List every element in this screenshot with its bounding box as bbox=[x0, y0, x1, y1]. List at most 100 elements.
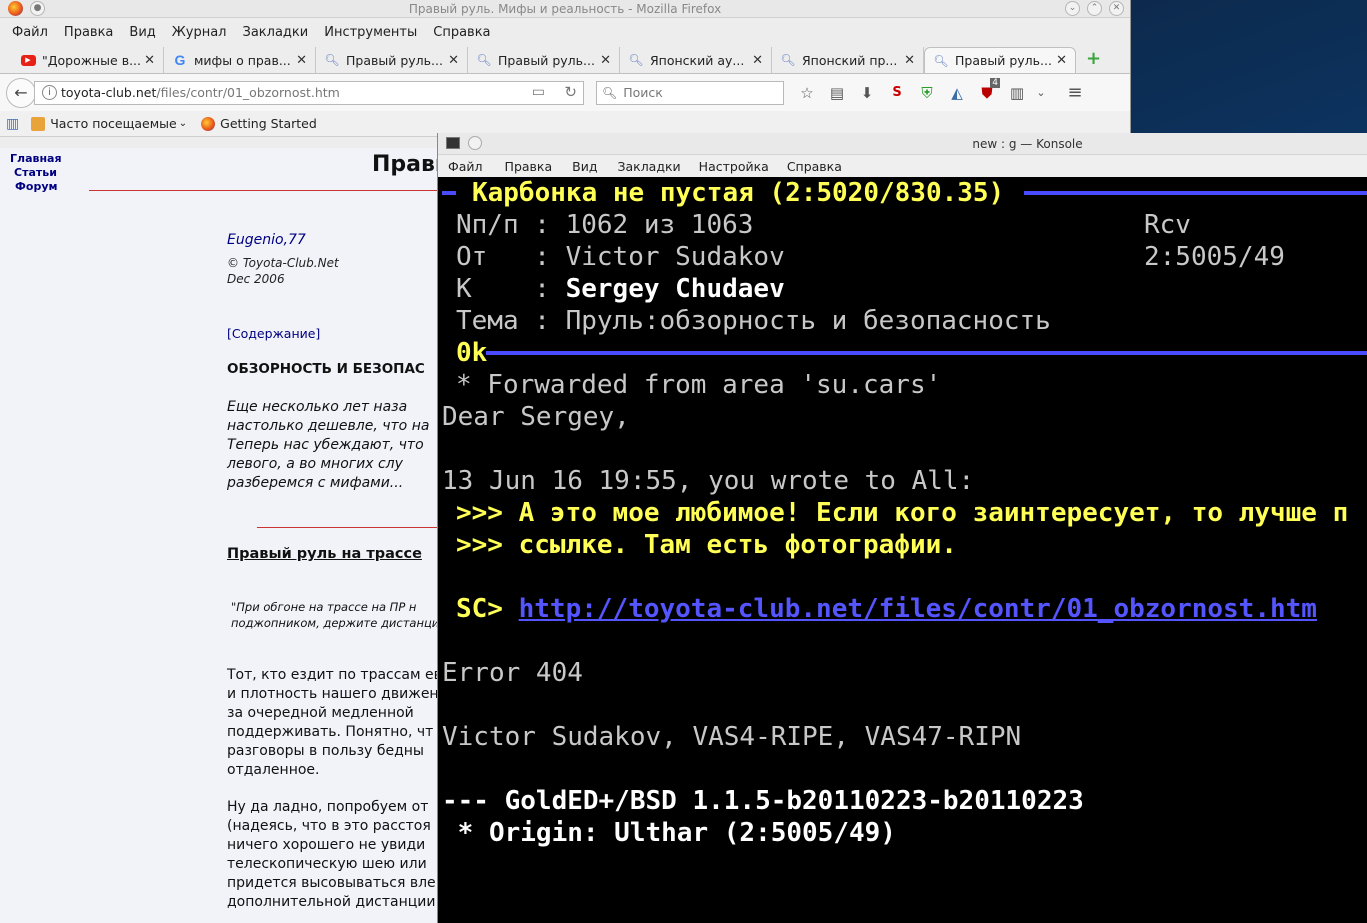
copyright: © Toyota-Club.Net bbox=[227, 256, 339, 270]
menu-edit[interactable]: Правка bbox=[64, 25, 113, 40]
intro-line: разберемся с мифами... bbox=[227, 475, 404, 491]
addon-a-icon[interactable]: ◭ bbox=[944, 84, 970, 102]
minimize-icon[interactable]: ⌄ bbox=[1065, 1, 1080, 16]
menu-help[interactable]: Справка bbox=[433, 25, 490, 40]
menu-help[interactable]: Справка bbox=[787, 159, 842, 174]
body-line: Тот, кто ездит по трассам ев bbox=[227, 667, 442, 683]
bookmark-most-visited[interactable]: Часто посещаемые ⌄ bbox=[31, 116, 187, 131]
tab-google[interactable]: G мифы о прав... ✕ bbox=[164, 47, 316, 73]
quote-text: А это мое любимое! Если кого заинтересуе… bbox=[518, 498, 1349, 528]
shield-icon[interactable]: ⛨ bbox=[914, 84, 940, 102]
firefox-menubar: Файл Правка Вид Журнал Закладки Инструме… bbox=[0, 18, 1130, 46]
article-heading: ОБЗОРНОСТЬ И БЕЗОПАС bbox=[227, 361, 425, 377]
tab-active[interactable]: 🔍︎ Правый руль... ✕ bbox=[924, 47, 1076, 73]
tab-page[interactable]: 🔍︎ Правый руль... ✕ bbox=[316, 47, 468, 73]
article-date: Dec 2006 bbox=[227, 272, 285, 286]
download-icon[interactable]: ⬇ bbox=[854, 84, 880, 102]
bookmark-star-icon[interactable]: ☆ bbox=[794, 84, 820, 102]
quote-intro: 13 Jun 16 19:55, you wrote to All: bbox=[442, 466, 975, 496]
nav-link-articles[interactable]: Статьи bbox=[14, 166, 57, 179]
tab-page[interactable]: 🔍︎ Японский ау... ✕ bbox=[620, 47, 772, 73]
toc-link[interactable]: [Содержание] bbox=[227, 326, 320, 341]
navigation-toolbar: ← i toyota-club.net/files/contr/01_obzor… bbox=[0, 73, 1130, 111]
maximize-icon[interactable]: ⌃ bbox=[1087, 1, 1102, 16]
menu-view[interactable]: Вид bbox=[572, 159, 597, 174]
page-sidebar: Главная Статьи Форум bbox=[0, 148, 78, 923]
quote-line: >>> А это мое любимое! Если кого заинтер… bbox=[456, 497, 1348, 529]
tab-label: Правый руль... bbox=[346, 52, 443, 68]
quote-line: поджопником, держите дистанци bbox=[231, 616, 440, 630]
menu-file[interactable]: Файл bbox=[12, 25, 48, 40]
tab-close-icon[interactable]: ✕ bbox=[752, 53, 763, 68]
tab-youtube[interactable]: ▶ "Дорожные в... ✕ bbox=[12, 47, 164, 73]
reader-view-icon[interactable]: ▭ bbox=[532, 84, 545, 100]
menu-settings[interactable]: Настройка bbox=[699, 159, 769, 174]
article-author[interactable]: Eugenio,77 bbox=[227, 232, 306, 248]
body-line: ничего хорошего не увиди bbox=[227, 837, 426, 853]
menu-bookmarks[interactable]: Закладки bbox=[243, 25, 309, 40]
body-line: отдаленное. bbox=[227, 762, 320, 778]
back-arrow-icon[interactable]: ← bbox=[6, 77, 36, 108]
search-icon: 🔍︎ bbox=[602, 85, 618, 100]
tearline: --- GoldED+/BSD 1.1.5-b20110223-b2011022… bbox=[442, 786, 1084, 816]
terminal-screen[interactable]: Карбонка не пустая (2:5020/830.35) Nп/п … bbox=[438, 177, 1367, 923]
konsole-window: new : g — Konsole Файл Правка Вид Заклад… bbox=[437, 133, 1367, 923]
bookmark-label: Getting Started bbox=[220, 116, 317, 131]
from-line: От : Victor Sudakov bbox=[456, 241, 785, 273]
menu-file[interactable]: Файл bbox=[448, 159, 483, 174]
body-line: Ну да ладно, попробуем от bbox=[227, 799, 429, 815]
site-info-icon[interactable]: i bbox=[42, 84, 57, 100]
folder-icon bbox=[31, 116, 46, 131]
header-bar bbox=[1024, 191, 1367, 195]
tab-close-icon[interactable]: ✕ bbox=[448, 53, 459, 68]
rcv-status: Rcv bbox=[1144, 210, 1191, 240]
menu-tools[interactable]: Инструменты bbox=[324, 25, 417, 40]
body-line: и плотность нашего движен bbox=[227, 686, 439, 702]
library-icon[interactable]: ▥ bbox=[6, 116, 19, 132]
hamburger-menu-icon[interactable]: ≡ bbox=[1062, 82, 1088, 103]
chevron-down-icon[interactable]: ⌄ bbox=[1028, 86, 1054, 99]
to-line: К : Sergey Chudaev bbox=[456, 273, 785, 305]
clipboard-icon[interactable]: ▥ bbox=[1004, 84, 1030, 102]
tab-close-icon[interactable]: ✕ bbox=[600, 53, 611, 68]
firefox-titlebar[interactable]: ● Правый руль. Мифы и реальность - Mozil… bbox=[0, 0, 1130, 18]
tab-close-icon[interactable]: ✕ bbox=[1056, 53, 1067, 68]
tab-page[interactable]: 🔍︎ Японский пр... ✕ bbox=[772, 47, 924, 73]
tab-close-icon[interactable]: ✕ bbox=[296, 53, 307, 68]
menu-bookmarks[interactable]: Закладки bbox=[617, 159, 680, 174]
tab-close-icon[interactable]: ✕ bbox=[904, 53, 915, 68]
close-icon[interactable]: ✕ bbox=[1109, 1, 1124, 16]
url-path: /files/contr/01_obzornost.htm bbox=[156, 85, 340, 100]
body-line: придется высовываться вле bbox=[227, 875, 436, 891]
search-page-icon: 🔍︎ bbox=[628, 53, 644, 67]
search-input[interactable]: 🔍︎ Поиск bbox=[596, 80, 784, 105]
to-name: Sergey Chudaev bbox=[565, 274, 785, 304]
intro-line: Теперь нас убеждают, что bbox=[227, 437, 424, 453]
tab-bar: ▶ "Дорожные в... ✕ G мифы о прав... ✕ 🔍︎… bbox=[0, 46, 1130, 73]
sc-link[interactable]: http://toyota-club.net/files/contr/01_ob… bbox=[519, 594, 1317, 624]
addon-s-icon[interactable]: S bbox=[884, 85, 910, 100]
menu-history[interactable]: Журнал bbox=[172, 25, 227, 40]
nav-link-home[interactable]: Главная bbox=[10, 152, 62, 165]
search-page-icon: 🔍︎ bbox=[780, 53, 796, 67]
firefox-logo-icon bbox=[201, 116, 216, 131]
reload-icon[interactable]: ↻ bbox=[564, 83, 577, 101]
ublock-badge: 4 bbox=[990, 77, 1000, 88]
tab-close-icon[interactable]: ✕ bbox=[144, 53, 155, 68]
ublock-icon[interactable]: ⛊ 4 bbox=[974, 77, 1000, 102]
menu-edit[interactable]: Правка bbox=[505, 159, 553, 174]
menu-view[interactable]: Вид bbox=[129, 25, 155, 40]
url-bar[interactable]: i toyota-club.net/files/contr/01_obzorno… bbox=[34, 80, 584, 105]
search-page-icon: 🔍︎ bbox=[476, 53, 492, 67]
from-address: 2:5005/49 bbox=[1144, 242, 1285, 272]
tab-label: Правый руль... bbox=[498, 52, 595, 68]
divider bbox=[89, 190, 449, 191]
reading-list-icon[interactable]: ▤ bbox=[824, 84, 850, 102]
bookmark-getting-started[interactable]: Getting Started bbox=[201, 116, 317, 131]
nav-link-forum[interactable]: Форум bbox=[15, 180, 58, 193]
tab-label: мифы о прав... bbox=[194, 52, 291, 68]
tab-page[interactable]: 🔍︎ Правый руль... ✕ bbox=[468, 47, 620, 73]
sc-line: SC> http://toyota-club.net/files/contr/0… bbox=[456, 593, 1317, 625]
new-tab-icon[interactable]: + bbox=[1086, 48, 1101, 69]
konsole-titlebar[interactable]: new : g — Konsole bbox=[438, 133, 1367, 155]
